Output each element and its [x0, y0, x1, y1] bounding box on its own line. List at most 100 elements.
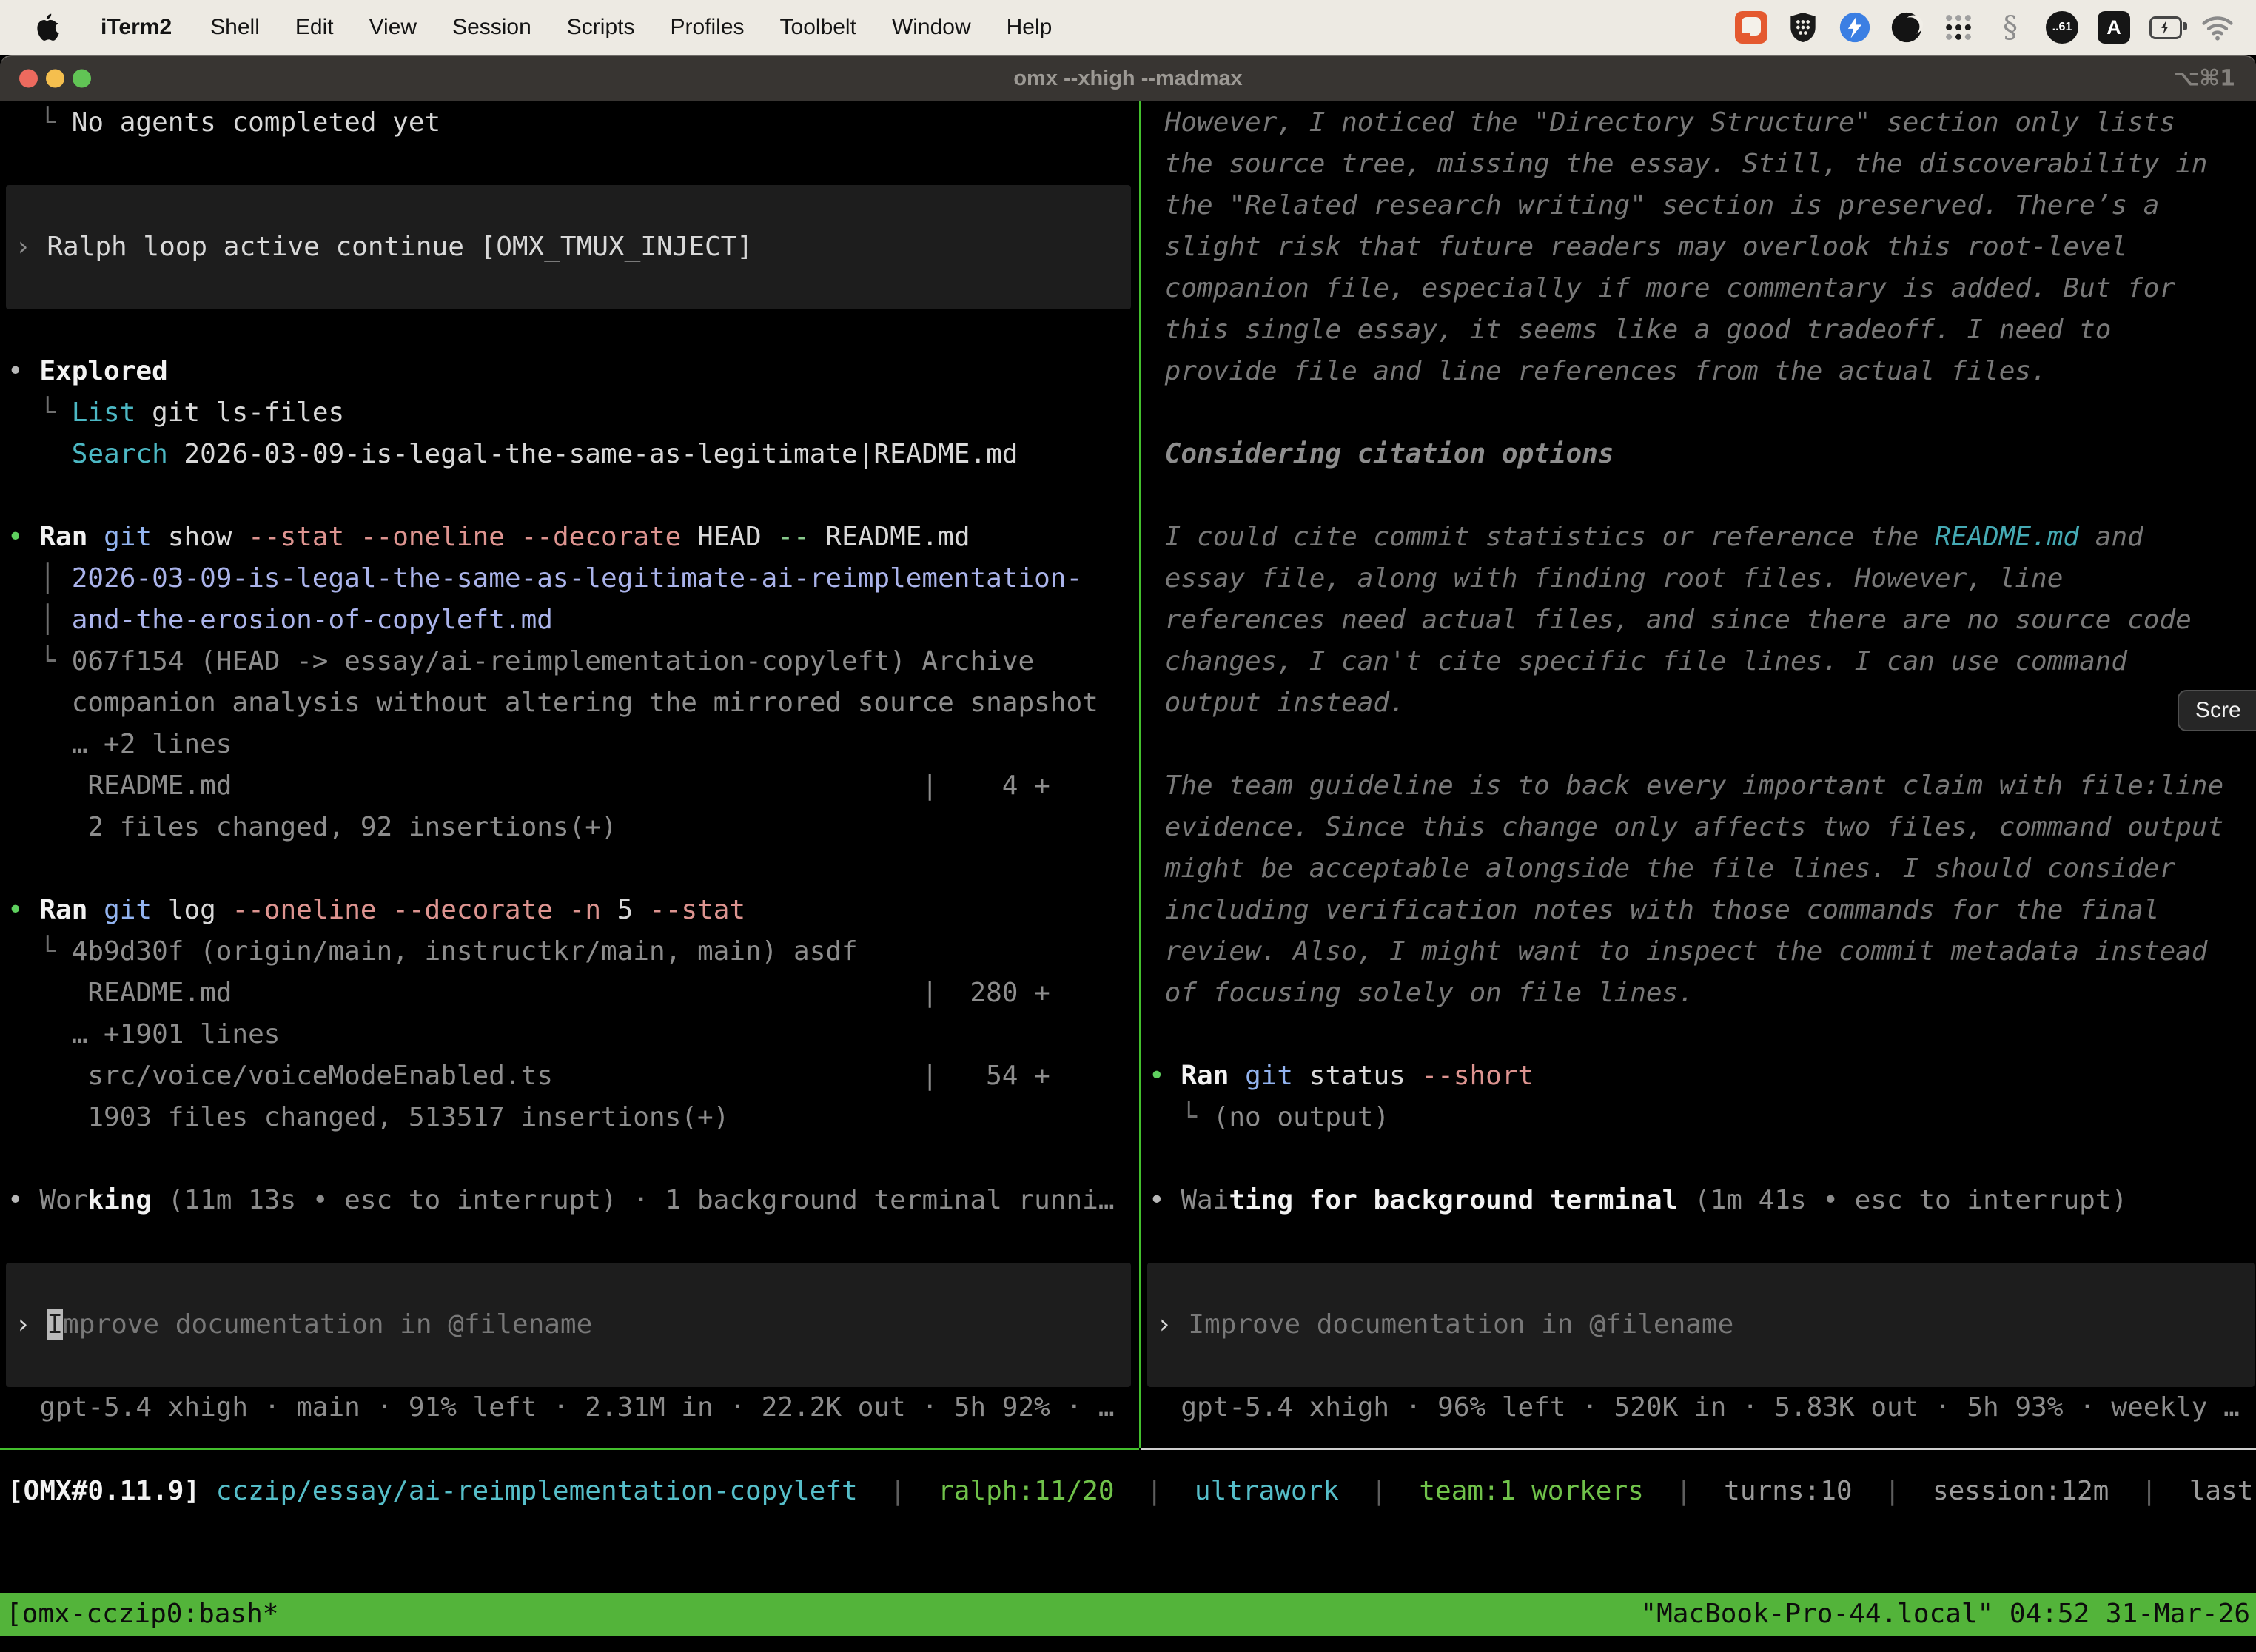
screenshot-app-icon[interactable]	[1735, 11, 1767, 44]
terminal-line: including verification notes with those …	[1141, 890, 2256, 931]
blank-line	[0, 309, 1139, 351]
left-terminal-pane[interactable]: └ No agents completed yet › Ralph loop a…	[0, 102, 1139, 1428]
input-line[interactable]: › Ralph loop active continue [OMX_TMUX_I…	[6, 226, 1131, 268]
menu-item-shell[interactable]: Shell	[210, 15, 260, 40]
terminal[interactable]: └ No agents completed yet › Ralph loop a…	[0, 101, 2256, 1652]
tmux-session-name: [omx-cczip0:bash*	[6, 1593, 278, 1636]
blank-line	[1141, 475, 2256, 517]
terminal-line: slight risk that future readers may over…	[1141, 226, 2256, 268]
terminal-line: • Working (11m 13s • esc to interrupt) ·…	[0, 1180, 1139, 1221]
prompt-input[interactable]: › Improve documentation in @filename	[6, 1263, 1131, 1387]
terminal-line: this single essay, it seems like a good …	[1141, 309, 2256, 351]
terminal-line: changes, I can't cite specific file line…	[1141, 641, 2256, 682]
terminal-line: Search 2026-03-09-is-legal-the-same-as-l…	[0, 434, 1139, 475]
menu-app-name[interactable]: iTerm2	[101, 15, 172, 40]
terminal-line: src/voice/voiceModeEnabled.ts | 54 +	[0, 1055, 1139, 1097]
blank-line	[0, 1221, 1139, 1263]
menu-items: Shell Edit View Session Scripts Profiles Toolb…	[210, 15, 1052, 40]
terminal-line: the source tree, missing the essay. Stil…	[1141, 144, 2256, 185]
terminal-line: However, I noticed the "Directory Struct…	[1141, 102, 2256, 144]
terminal-line: │ 2026-03-09-is-legal-the-same-as-legiti…	[0, 558, 1139, 600]
menu-item-scripts[interactable]: Scripts	[567, 15, 635, 40]
terminal-line: • Ran git show --stat --oneline --decora…	[0, 517, 1139, 558]
dots-grid-icon[interactable]	[1942, 11, 1975, 44]
window-title-bar[interactable]: omx --xhigh --madmax ⌥⌘1	[0, 55, 2256, 101]
terminal-line: I could cite commit statistics or refere…	[1141, 517, 2256, 558]
terminal-line: might be acceptable alongside the file l…	[1141, 848, 2256, 890]
terminal-line: the "Related research writing" section i…	[1141, 185, 2256, 226]
menu-item-view[interactable]: View	[369, 15, 417, 40]
terminal-line: companion file, especially if more comme…	[1141, 268, 2256, 309]
input-line[interactable]: › Improve documentation in @filename	[6, 1304, 1131, 1346]
blank-line	[1141, 1221, 2256, 1263]
blank-line	[1141, 1014, 2256, 1055]
menu-bar: iTerm2 Shell Edit View Session Scripts Profil…	[0, 0, 2256, 55]
blank-line	[0, 475, 1139, 517]
menu-item-toolbelt[interactable]: Toolbelt	[780, 15, 856, 40]
badge-61-icon[interactable]: ..61	[2046, 11, 2078, 44]
blue-badge-icon[interactable]	[1839, 11, 1871, 44]
window-shortcut-badge: ⌥⌘1	[2174, 66, 2235, 92]
terminal-line: 2 files changed, 92 insertions(+)	[0, 807, 1139, 848]
pie-circle-icon[interactable]	[1890, 11, 1923, 44]
blank-line	[1141, 392, 2256, 434]
terminal-line: • Explored	[0, 351, 1139, 392]
right-pane-bottom-border	[1141, 1448, 2256, 1450]
screenshot-app-icon-tail	[1742, 33, 1750, 40]
tmux-pane-divider[interactable]	[1139, 101, 1141, 1448]
blank-line	[0, 144, 1139, 185]
prompt-input[interactable]: › Improve documentation in @filename	[1147, 1263, 2255, 1387]
left-pane-bottom-border	[0, 1448, 1139, 1450]
squiggle-icon[interactable]: §	[1994, 11, 2027, 44]
terminal-line: … +1901 lines	[0, 1014, 1139, 1055]
terminal-line: └ No agents completed yet	[0, 102, 1139, 144]
terminal-line: README.md | 280 +	[0, 973, 1139, 1014]
battery-icon[interactable]	[2149, 11, 2182, 44]
terminal-line: └ (no output)	[1141, 1097, 2256, 1138]
terminal-line: 1903 files changed, 513517 insertions(+)	[0, 1097, 1139, 1138]
apple-menu-icon[interactable]	[34, 12, 61, 43]
menu-item-help[interactable]: Help	[1007, 15, 1053, 40]
terminal-line: companion analysis without altering the …	[0, 682, 1139, 724]
terminal-line: essay file, along with finding root file…	[1141, 558, 2256, 600]
menu-item-profiles[interactable]: Profiles	[670, 15, 744, 40]
terminal-line: └ 067f154 (HEAD -> essay/ai-reimplementa…	[0, 641, 1139, 682]
terminal-line: • Waiting for background terminal (1m 41…	[1141, 1180, 2256, 1221]
terminal-line: • Ran git status --short	[1141, 1055, 2256, 1097]
terminal-line: • Ran git log --oneline --decorate -n 5 …	[0, 890, 1139, 931]
terminal-line: evidence. Since this change only affects…	[1141, 807, 2256, 848]
omx-status-line: [OMX#0.11.9] cczip/essay/ai-reimplementa…	[0, 1471, 2256, 1512]
shield-icon[interactable]	[1787, 11, 1819, 44]
wifi-icon[interactable]	[2201, 11, 2234, 44]
terminal-line: └ 4b9d30f (origin/main, instructkr/main,…	[0, 931, 1139, 973]
screen-sharing-overlay-button[interactable]: Scre	[2178, 690, 2256, 731]
battery-outline	[2149, 16, 2182, 39]
injected-prompt-box[interactable]: › Ralph loop active continue [OMX_TMUX_I…	[6, 185, 1131, 309]
menu-item-window[interactable]: Window	[892, 15, 971, 40]
blank-line	[0, 1138, 1139, 1180]
right-terminal-pane[interactable]: However, I noticed the "Directory Struct…	[1141, 102, 2256, 1428]
blank-line	[1141, 1138, 2256, 1180]
terminal-line: └ List git ls-files	[0, 392, 1139, 434]
tmux-host-clock: "MacBook-Pro-44.local" 04:52 31-Mar-26	[1640, 1593, 2250, 1636]
terminal-line: Considering citation options	[1141, 434, 2256, 475]
terminal-line: README.md | 4 +	[0, 765, 1139, 807]
terminal-line: … +2 lines	[0, 724, 1139, 765]
terminal-line: references need actual files, and since …	[1141, 600, 2256, 641]
menu-item-session[interactable]: Session	[452, 15, 531, 40]
terminal-line: gpt-5.4 xhigh · main · 91% left · 2.31M …	[0, 1387, 1139, 1428]
tmux-status-bar: [omx-cczip0:bash* "MacBook-Pro-44.local"…	[0, 1593, 2256, 1636]
input-line[interactable]: › Improve documentation in @filename	[1147, 1304, 2255, 1346]
blank-line	[1141, 724, 2256, 765]
terminal-line: output instead.	[1141, 682, 2256, 724]
terminal-line: of focusing solely on file lines.	[1141, 973, 2256, 1014]
keyboard-a-icon[interactable]: A	[2098, 11, 2130, 44]
menu-item-edit[interactable]: Edit	[295, 15, 334, 40]
terminal-line: │ and-the-erosion-of-copyleft.md	[0, 600, 1139, 641]
menubar-status-icons: § ..61 A	[1735, 11, 2234, 44]
terminal-line: review. Also, I might want to inspect th…	[1141, 931, 2256, 973]
terminal-line: The team guideline is to back every impo…	[1141, 765, 2256, 807]
terminal-line: provide file and line references from th…	[1141, 351, 2256, 392]
blank-line	[0, 848, 1139, 890]
terminal-line: gpt-5.4 xhigh · 96% left · 520K in · 5.8…	[1141, 1387, 2256, 1428]
